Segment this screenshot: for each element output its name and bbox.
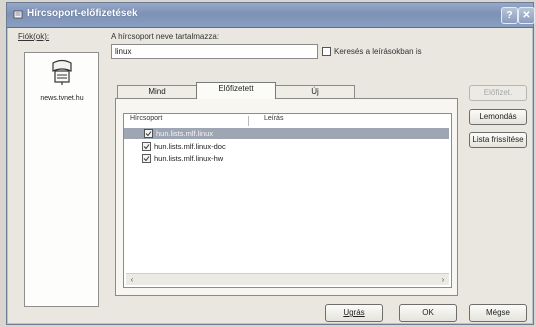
server-item[interactable]: news.tvnet.hu	[27, 95, 97, 102]
accounts-list: news.tvnet.hu	[24, 52, 99, 307]
news-server-icon	[52, 59, 72, 85]
ok-button[interactable]: OK	[399, 304, 457, 322]
search-descriptions-checkbox[interactable]	[322, 47, 331, 56]
search-descriptions-label: Keresés a leírásokban is	[334, 47, 422, 56]
newsgroup-name: hun.lists.mlf.linux	[156, 129, 214, 138]
column-header-description[interactable]: Leírás	[264, 115, 283, 122]
close-button[interactable]: ✕	[518, 7, 535, 24]
scroll-right-icon[interactable]: ›	[437, 274, 449, 285]
title-bar[interactable]: Hírcsoport-előfizetések ? ✕	[7, 3, 535, 28]
accounts-label: Fiók(ok):	[18, 32, 50, 41]
newsgroup-name: hun.lists.mlf.linux-doc	[154, 142, 226, 151]
reset-list-button[interactable]: Lista frissítése	[469, 132, 527, 148]
list-item[interactable]: hun.lists.mlf.linux	[124, 128, 449, 139]
list-item[interactable]: hun.lists.mlf.linux-hw	[142, 153, 432, 164]
help-button[interactable]: ?	[501, 7, 518, 24]
tab-new[interactable]: Új	[275, 85, 355, 98]
unsubscribe-button[interactable]: Lemondás	[469, 109, 527, 125]
horizontal-scrollbar[interactable]: ‹ ›	[126, 273, 449, 285]
newsgroup-icon	[13, 10, 23, 19]
goto-button[interactable]: Ugrás	[325, 304, 383, 322]
subscriptions-dialog: Hírcsoport-előfizetések ? ✕ Fiók(ok): ne…	[6, 2, 535, 325]
newsgroup-subscribed-icon	[144, 129, 153, 138]
newsgroup-filter-input[interactable]	[111, 44, 318, 59]
newsgroup-name: hun.lists.mlf.linux-hw	[154, 154, 224, 163]
list-item[interactable]: hun.lists.mlf.linux-doc	[142, 141, 432, 152]
newsgroup-list: Hírcsoport Leírás hun.lists.mlf.linux hu…	[123, 113, 452, 288]
newsgroup-subscribed-icon	[142, 154, 151, 163]
tab-subscribed[interactable]: Előfizetett	[196, 82, 276, 99]
goto-label: Ugrás	[343, 308, 365, 317]
column-header-newsgroup[interactable]: Hírcsoport	[130, 115, 162, 122]
cancel-button[interactable]: Mégse	[469, 304, 527, 322]
column-divider[interactable]	[248, 116, 249, 126]
search-label: A hírcsoport neve tartalmazza:	[111, 32, 220, 41]
tab-all[interactable]: Mind	[117, 85, 197, 98]
window-title: Hírcsoport-előfizetések	[27, 8, 138, 19]
scroll-left-icon[interactable]: ‹	[126, 274, 138, 285]
newsgroup-subscribed-icon	[142, 142, 151, 151]
subscribe-button[interactable]: Előfizet.	[469, 85, 527, 101]
